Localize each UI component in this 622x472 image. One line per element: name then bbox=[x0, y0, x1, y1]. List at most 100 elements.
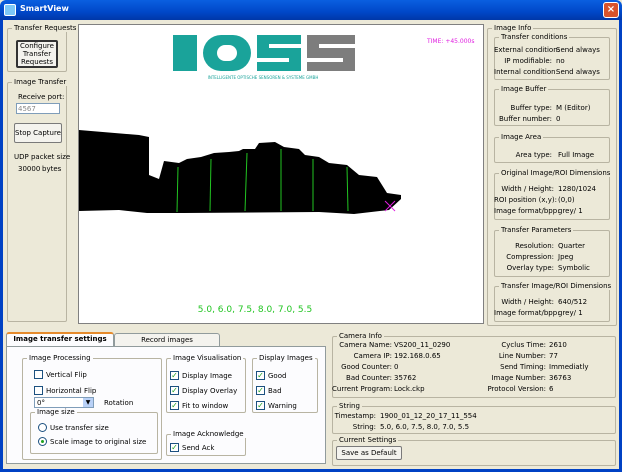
info-key: Resolution: bbox=[515, 242, 554, 250]
use-transfer-size-radio[interactable] bbox=[38, 423, 47, 432]
captured-image: INTELLIGENTE OPTISCHE SENSOREN & SYSTEME… bbox=[79, 35, 474, 315]
udp-packet-label: UDP packet size bbox=[14, 153, 71, 161]
good-checkbox[interactable]: ✓ bbox=[256, 371, 265, 380]
send-ack-checkbox[interactable]: ✓ bbox=[170, 443, 179, 452]
warning-checkbox[interactable]: ✓ bbox=[256, 401, 265, 410]
transfer-requests-group: Transfer Requests Configure Transfer Req… bbox=[7, 24, 79, 72]
warning-label: Warning bbox=[268, 402, 297, 410]
info-value: Jpeg bbox=[558, 253, 574, 261]
camera-key: Camera IP: bbox=[353, 352, 392, 360]
configure-transfer-requests-button[interactable]: Configure Transfer Requests bbox=[16, 40, 58, 68]
camera-key: Cyclus Time: bbox=[501, 341, 546, 349]
fit-to-window-checkbox[interactable]: ✓ bbox=[170, 401, 179, 410]
transfer-dimensions-label: Transfer Image/ROI Dimensions bbox=[499, 282, 614, 290]
info-value: no bbox=[556, 57, 565, 65]
save-as-default-button[interactable]: Save as Default bbox=[336, 446, 402, 460]
bad-label: Bad bbox=[268, 387, 282, 395]
original-dimensions-label: Original Image/ROI Dimensions bbox=[499, 169, 613, 177]
info-key: IP modifiable: bbox=[504, 57, 552, 65]
info-key: Overlay type: bbox=[506, 264, 554, 272]
ioss-logo bbox=[173, 35, 355, 71]
tab-record-images[interactable]: Record images bbox=[114, 333, 220, 346]
info-key: Buffer type: bbox=[510, 104, 552, 112]
info-value: M (Editor) bbox=[556, 104, 591, 112]
timestamp-value: 1900_01_12_20_17_11_554 bbox=[380, 412, 477, 420]
receive-port-input[interactable] bbox=[16, 103, 60, 114]
chevron-down-icon[interactable]: ▼ bbox=[83, 398, 93, 407]
transfer-parameters-label: Transfer Parameters bbox=[499, 226, 574, 234]
info-key: Image format/bpp: bbox=[494, 207, 560, 215]
logo-subtitle: INTELLIGENTE OPTISCHE SENSOREN & SYSTEME… bbox=[208, 75, 319, 80]
camera-key: Send Timing: bbox=[500, 363, 546, 371]
fit-to-window-label: Fit to window bbox=[182, 402, 229, 410]
camera-value: 36763 bbox=[549, 374, 572, 382]
camera-value: Immediatly bbox=[549, 363, 589, 371]
info-value: 0 bbox=[556, 115, 561, 123]
camera-value: 35762 bbox=[394, 374, 417, 382]
info-value: grey/ 1 bbox=[558, 309, 583, 317]
camera-key: Current Program: bbox=[332, 385, 393, 393]
display-images-label: Display Images bbox=[257, 354, 315, 362]
measurement-readings: 5.0, 6.0, 7.5, 8.0, 7.0, 5.5 bbox=[198, 305, 313, 315]
display-image-label: Display Image bbox=[182, 372, 232, 380]
info-value: Full Image bbox=[558, 151, 595, 159]
info-value: Quarter bbox=[558, 242, 586, 250]
info-key: Compression: bbox=[506, 253, 554, 261]
use-transfer-size-label: Use transfer size bbox=[50, 424, 109, 432]
stop-capture-button[interactable]: Stop Capture bbox=[14, 123, 62, 143]
horizontal-flip-checkbox[interactable] bbox=[34, 386, 43, 395]
transfer-requests-label: Transfer Requests bbox=[12, 24, 79, 32]
camera-key: Bad Counter: bbox=[346, 374, 392, 382]
image-info-label: Image Info bbox=[492, 24, 534, 32]
string-label: String bbox=[337, 402, 362, 410]
image-transfer-group: Image Transfer Receive port: Stop Captur… bbox=[7, 78, 71, 322]
camera-value: 0 bbox=[394, 363, 399, 371]
display-overlay-checkbox[interactable]: ✓ bbox=[170, 386, 179, 395]
image-buffer-label: Image Buffer bbox=[499, 85, 549, 93]
tab-image-transfer-settings[interactable]: Image transfer settings bbox=[6, 332, 114, 346]
string-key: String: bbox=[352, 423, 376, 431]
horizontal-flip-label: Horizontal Flip bbox=[46, 387, 97, 395]
transfer-conditions-label: Transfer conditions bbox=[499, 33, 570, 41]
window-title: SmartView bbox=[20, 4, 69, 13]
info-key: ROI position (x,y): bbox=[494, 196, 557, 204]
image-area-label: Image Area bbox=[499, 133, 544, 141]
camera-key: Protocol Version: bbox=[487, 385, 546, 393]
camera-key: Image Number: bbox=[491, 374, 546, 382]
info-key: Internal condition: bbox=[494, 68, 558, 76]
display-overlay-label: Display Overlay bbox=[182, 387, 238, 395]
image-size-label: Image size bbox=[35, 408, 77, 416]
info-key: Buffer number: bbox=[498, 115, 552, 123]
time-overlay: TIME: +45.000s bbox=[426, 38, 474, 45]
camera-key: Camera Name: bbox=[339, 341, 392, 349]
display-image-checkbox[interactable]: ✓ bbox=[170, 371, 179, 380]
camera-value: 192.168.0.65 bbox=[394, 352, 441, 360]
udp-packet-value: 30000 bbox=[18, 165, 41, 173]
image-view[interactable]: INTELLIGENTE OPTISCHE SENSOREN & SYSTEME… bbox=[78, 24, 484, 324]
vertical-flip-label: Vertical Flip bbox=[46, 371, 87, 379]
good-label: Good bbox=[268, 372, 287, 380]
current-settings-label: Current Settings bbox=[337, 436, 399, 444]
title-bar: SmartView × bbox=[0, 0, 622, 20]
info-value: Send always bbox=[556, 68, 600, 76]
udp-packet-unit: bytes bbox=[42, 165, 62, 173]
bad-checkbox[interactable]: ✓ bbox=[256, 386, 265, 395]
info-value: grey/ 1 bbox=[558, 207, 583, 215]
info-value: 1280/1024 bbox=[558, 185, 596, 193]
camera-value: 77 bbox=[549, 352, 558, 360]
info-key: Width / Height: bbox=[501, 298, 554, 306]
vertical-flip-checkbox[interactable] bbox=[34, 370, 43, 379]
close-button[interactable]: × bbox=[603, 2, 619, 18]
app-icon bbox=[4, 4, 16, 16]
camera-value: VS200_11_0290 bbox=[394, 341, 451, 349]
info-value: 640/512 bbox=[558, 298, 588, 306]
info-key: External condition: bbox=[494, 46, 560, 54]
info-value: Symbolic bbox=[558, 264, 590, 272]
scale-original-radio[interactable] bbox=[38, 437, 47, 446]
info-value: Send always bbox=[556, 46, 600, 54]
camera-key: Good Counter: bbox=[341, 363, 392, 371]
rotation-select[interactable]: 0° ▼ bbox=[34, 397, 94, 408]
camera-value: 6 bbox=[549, 385, 554, 393]
key-silhouette bbox=[79, 130, 401, 214]
info-key: Image format/bpp: bbox=[494, 309, 560, 317]
